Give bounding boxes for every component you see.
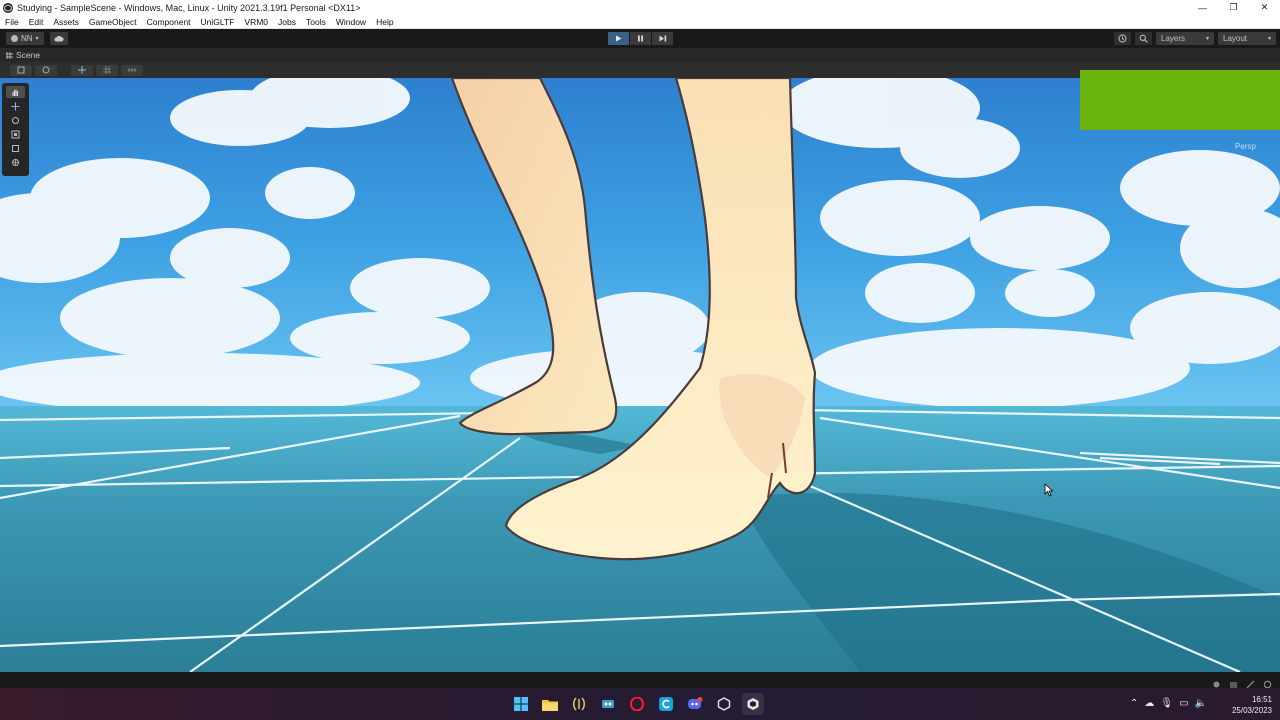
menu-jobs[interactable]: Jobs — [273, 17, 301, 27]
system-tray: ⌃ ☁ 🎙 ▭ 🔈 — [1130, 698, 1207, 709]
chevron-down-icon: ▾ — [1205, 36, 1209, 42]
search-icon — [1139, 34, 1148, 43]
close-button[interactable]: ✕ — [1249, 0, 1280, 15]
scale-icon — [11, 130, 20, 138]
2d-toggle[interactable] — [71, 64, 93, 76]
scene-grid-icon — [6, 51, 13, 59]
start-icon[interactable] — [510, 693, 532, 715]
unity-hub-icon[interactable] — [713, 693, 735, 715]
opera-icon[interactable] — [626, 693, 648, 715]
tab-scene[interactable]: Scene — [0, 50, 40, 60]
menu-assets[interactable]: Assets — [48, 17, 84, 27]
snap-grid-icon — [103, 66, 111, 74]
taskbar-clock[interactable]: 16:51 25/03/2023 — [1232, 694, 1272, 716]
ruler-icon — [128, 68, 136, 72]
status-bar — [0, 672, 1280, 688]
vscode-icon[interactable] — [597, 693, 619, 715]
microphone-icon[interactable]: 🎙 — [1160, 698, 1173, 709]
window-title: Studying - SampleScene - Windows, Mac, L… — [17, 2, 361, 13]
orientation-gizmo[interactable] — [1080, 70, 1280, 130]
cloud-icon[interactable]: ☁ — [1144, 698, 1154, 709]
network-icon[interactable]: ▭ — [1179, 698, 1188, 709]
hand-icon — [12, 89, 19, 96]
render-mode-dropdown[interactable] — [35, 64, 57, 76]
rect-tool-button[interactable] — [6, 142, 25, 154]
rect-icon — [12, 144, 19, 152]
chevron-up-icon[interactable]: ⌃ — [1130, 698, 1138, 709]
unity-logo-icon — [3, 2, 13, 13]
draw-mode-dropdown[interactable] — [10, 64, 32, 76]
app-icon[interactable] — [568, 693, 590, 715]
menu-edit[interactable]: Edit — [24, 17, 49, 27]
pause-icon — [638, 35, 643, 42]
minimize-button[interactable]: — — [1187, 0, 1218, 15]
os-taskbar: ⌃ ☁ 🎙 ▭ 🔈 16:51 25/03/2023 — [0, 688, 1280, 720]
menu-component[interactable]: Component — [142, 17, 196, 27]
step-icon — [659, 35, 666, 42]
layers-dropdown[interactable]: Layers ▾ — [1156, 32, 1214, 45]
cloud-button[interactable] — [49, 32, 68, 45]
play-icon — [616, 35, 622, 42]
undo-history-button[interactable] — [1114, 32, 1131, 45]
scene-render — [0, 78, 1280, 672]
scene-tab-bar: Scene — [0, 48, 1280, 62]
title-bar: Studying - SampleScene - Windows, Mac, L… — [0, 0, 1280, 15]
history-icon — [1118, 34, 1127, 43]
cloud-icon — [54, 35, 64, 42]
tab-scene-label: Scene — [16, 50, 41, 60]
menu-vrm0[interactable]: VRM0 — [239, 17, 273, 27]
clock-date: 25/03/2023 — [1231, 706, 1272, 715]
transform-icon — [12, 158, 19, 166]
menu-help[interactable]: Help — [371, 17, 398, 27]
play-button[interactable] — [608, 32, 629, 45]
maximize-button[interactable]: ❐ — [1218, 0, 1249, 15]
account-label: NN — [21, 34, 33, 43]
hand-tool-button[interactable] — [6, 86, 25, 98]
clock-time: 16:51 — [1251, 695, 1272, 704]
transform-tool-button[interactable] — [6, 156, 25, 168]
menu-gameobject[interactable]: GameObject — [84, 17, 142, 27]
search-button[interactable] — [1135, 32, 1152, 45]
scene-tools-panel — [2, 83, 29, 176]
move-icon — [11, 102, 20, 110]
rotate-tool-button[interactable] — [6, 114, 25, 126]
rotate-icon — [12, 116, 19, 124]
mouse-cursor-icon — [1044, 483, 1054, 497]
layout-label: Layout — [1223, 34, 1248, 43]
scene-viewport[interactable] — [0, 78, 1280, 672]
shaded-icon — [17, 66, 25, 74]
grid-toggle-icon — [78, 66, 86, 74]
unity-icon[interactable] — [742, 693, 764, 715]
pause-button[interactable] — [630, 32, 651, 45]
chevron-down-icon: ▾ — [1267, 36, 1271, 42]
scale-tool-button[interactable] — [6, 128, 25, 140]
brush-icon[interactable] — [1246, 676, 1255, 688]
account-icon — [11, 35, 18, 42]
chevron-down-icon: ▾ — [35, 36, 39, 42]
layout-dropdown[interactable]: Layout ▾ — [1218, 32, 1276, 45]
step-button[interactable] — [652, 32, 673, 45]
account-dropdown[interactable]: NN ▾ — [6, 32, 44, 45]
menu-bar: File Edit Assets GameObject Component Un… — [0, 15, 1280, 29]
stack-icon[interactable] — [1229, 676, 1238, 687]
layers-label: Layers — [1161, 34, 1186, 43]
file-explorer-icon[interactable] — [539, 693, 561, 715]
projection-label[interactable]: Persp — [1235, 142, 1256, 151]
move-tool-button[interactable] — [6, 100, 25, 112]
c-app-icon[interactable] — [655, 693, 677, 715]
menu-unigltf[interactable]: UniGLTF — [196, 17, 240, 27]
menu-file[interactable]: File — [0, 17, 24, 27]
increment-snap-dropdown[interactable] — [121, 64, 143, 76]
debug-icon[interactable] — [1212, 676, 1221, 687]
discord-icon[interactable] — [684, 693, 706, 715]
snap-dropdown[interactable] — [96, 64, 118, 76]
speaker-icon[interactable]: 🔈 — [1195, 698, 1207, 709]
sphere-icon — [42, 66, 50, 74]
menu-window[interactable]: Window — [331, 17, 371, 27]
menu-tools[interactable]: Tools — [301, 17, 331, 27]
main-toolbar: NN ▾ Layers ▾ Layout ▾ — [0, 29, 1280, 48]
progress-icon[interactable] — [1263, 676, 1272, 688]
